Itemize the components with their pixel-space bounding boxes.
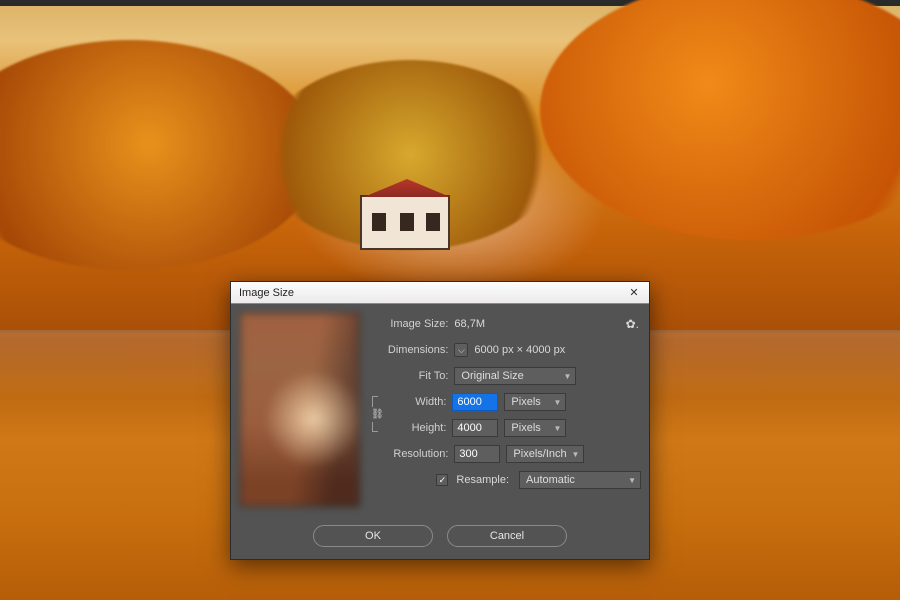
resample-checkbox[interactable]: ✓ xyxy=(436,474,448,486)
height-unit-select[interactable]: Pixels ▼ xyxy=(504,419,566,437)
dialog-title: Image Size xyxy=(239,287,294,299)
gear-icon[interactable]: ✿. xyxy=(626,317,641,331)
cancel-button[interactable]: Cancel xyxy=(447,525,567,547)
width-unit-value: Pixels xyxy=(511,396,540,408)
dimensions-label: Dimensions: xyxy=(370,344,448,356)
photo-cabin xyxy=(360,195,450,250)
chevron-down-icon: ▼ xyxy=(554,424,562,433)
ok-button[interactable]: OK xyxy=(313,525,433,547)
preview-thumbnail[interactable] xyxy=(239,312,360,507)
link-icon: ⛓ xyxy=(371,407,384,422)
height-input[interactable] xyxy=(452,419,498,437)
dialog-titlebar[interactable]: Image Size ✕ xyxy=(231,282,649,304)
height-unit-value: Pixels xyxy=(511,422,540,434)
resolution-input[interactable] xyxy=(454,445,500,463)
constrain-proportions-toggle[interactable]: ⛓ xyxy=(370,392,384,436)
close-icon[interactable]: ✕ xyxy=(625,285,643,301)
resample-value: Automatic xyxy=(526,474,575,486)
fit-to-label: Fit To: xyxy=(370,370,448,382)
chevron-down-icon: ▼ xyxy=(628,476,636,485)
fit-to-value: Original Size xyxy=(461,370,523,382)
dimensions-value: 6000 px × 4000 px xyxy=(474,344,565,356)
dimensions-dropdown[interactable]: ⌵ xyxy=(454,343,468,357)
width-unit-select[interactable]: Pixels ▼ xyxy=(504,393,566,411)
width-input[interactable] xyxy=(452,393,498,411)
height-label: Height: xyxy=(382,422,446,434)
photo-foliage xyxy=(540,0,900,240)
resample-method-select[interactable]: Automatic ▼ xyxy=(519,471,641,489)
image-size-value: 68,7M xyxy=(454,318,485,330)
resolution-unit-select[interactable]: Pixels/Inch ▼ xyxy=(506,445,584,463)
resample-label: Resample: xyxy=(456,474,509,486)
image-size-label: Image Size: xyxy=(370,318,448,330)
chevron-down-icon: ▼ xyxy=(564,372,572,381)
image-size-form: Image Size: 68,7M ✿. Dimensions: ⌵ 6000 … xyxy=(370,312,641,507)
fit-to-select[interactable]: Original Size ▼ xyxy=(454,367,576,385)
resolution-unit-value: Pixels/Inch xyxy=(513,448,566,460)
width-label: Width: xyxy=(382,396,446,408)
document-canvas[interactable]: Image Size ✕ Image Size: 68,7M ✿. Dimens… xyxy=(0,0,900,600)
resolution-label: Resolution: xyxy=(370,448,448,460)
chevron-down-icon: ▼ xyxy=(572,450,580,459)
image-size-dialog: Image Size ✕ Image Size: 68,7M ✿. Dimens… xyxy=(230,281,650,560)
chevron-down-icon: ▼ xyxy=(554,398,562,407)
